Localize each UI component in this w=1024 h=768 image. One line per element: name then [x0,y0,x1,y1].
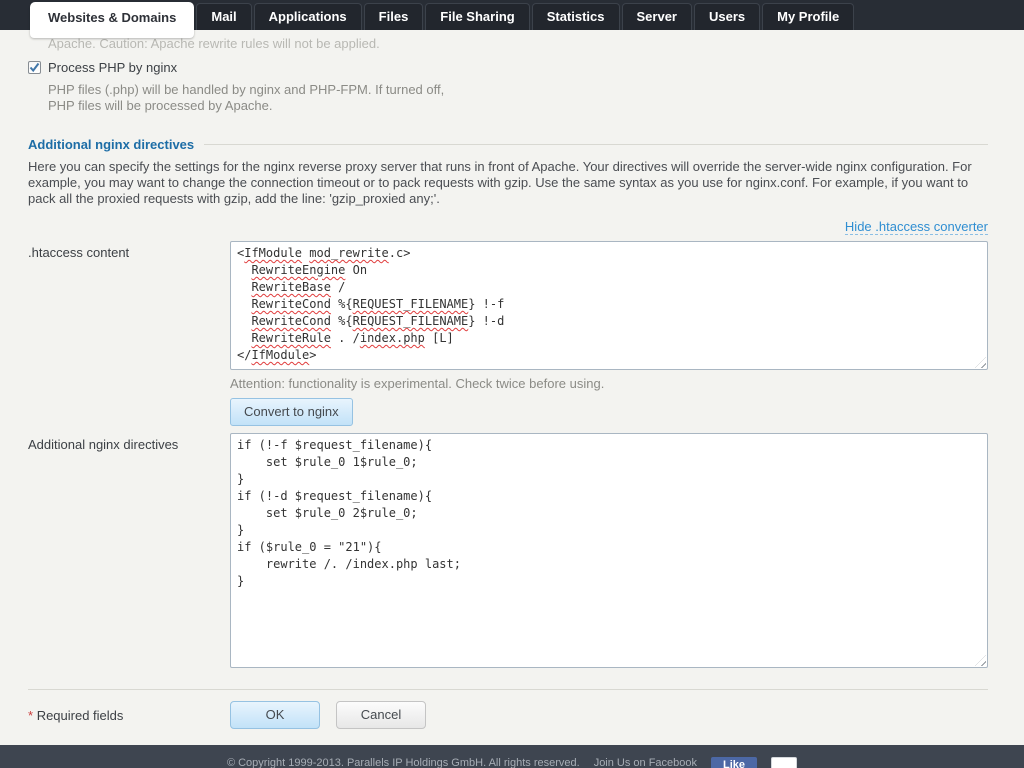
resize-grip-icon[interactable] [975,357,986,368]
tab-mail[interactable]: Mail [196,3,252,30]
ok-button[interactable]: OK [230,701,320,729]
page-footer-bar: © Copyright 1999-2013. Parallels IP Hold… [0,745,1024,768]
tab-files[interactable]: Files [363,3,424,30]
tab-server[interactable]: Server [621,3,692,30]
experimental-attention-note: Attention: functionality is experimental… [230,376,605,391]
section-header: Additional nginx directives [28,137,988,152]
resize-grip-icon[interactable] [975,655,986,666]
facebook-like-button[interactable]: Like [711,757,758,768]
settings-form: Apache. Caution: Apache rewrite rules wi… [0,36,1024,729]
tab-users[interactable]: Users [694,3,761,30]
converter-toggle-row: Hide .htaccess converter [28,219,988,235]
htaccess-content-field: <IfModule mod_rewrite.c> RewriteEngine O… [230,241,988,426]
checkmark-icon [29,62,40,73]
facebook-invite-text: Join Us on Facebook [593,757,698,768]
form-bottom-divider [28,689,988,690]
facebook-like-count-box[interactable] [771,757,798,768]
top-tab-bar: Websites & Domains Mail Applications Fil… [0,0,1024,38]
form-actions-row: * Required fields OK Cancel [28,701,988,729]
cancel-button[interactable]: Cancel [336,701,426,729]
process-php-description: PHP files (.php) will be handled by ngin… [48,82,445,113]
process-php-checkbox[interactable] [28,61,41,74]
process-php-label[interactable]: Process PHP by nginx [48,60,177,75]
nginx-directives-label: Additional nginx directives [28,437,179,452]
required-fields-note: * Required fields [28,708,230,723]
section-title: Additional nginx directives [28,137,195,152]
required-asterisk: * [28,707,34,723]
tab-my-profile[interactable]: My Profile [762,3,855,30]
nginx-directives-row: Additional nginx directives if (!-f $req… [28,433,988,668]
footer-content: © Copyright 1999-2013. Parallels IP Hold… [0,757,1024,768]
process-php-row: Process PHP by nginx [28,60,988,75]
nginx-directives-field: if (!-f $request_filename){ set $rule_0 … [230,433,988,668]
nginx-directives-textarea[interactable]: if (!-f $request_filename){ set $rule_0 … [230,433,988,668]
tab-file-sharing[interactable]: File Sharing [425,3,530,30]
htaccess-content-textarea[interactable]: <IfModule mod_rewrite.c> RewriteEngine O… [230,241,988,370]
section-description: Here you can specify the settings for th… [28,159,972,206]
convert-to-nginx-button[interactable]: Convert to nginx [230,398,353,426]
hide-htaccess-converter-link[interactable]: Hide .htaccess converter [844,219,988,235]
scrolled-partial-text: Apache. Caution: Apache rewrite rules wi… [48,36,380,51]
tab-applications[interactable]: Applications [253,3,362,30]
htaccess-content-row: .htaccess content <IfModule mod_rewrite.… [28,241,988,426]
tab-websites-domains[interactable]: Websites & Domains [30,2,195,38]
tab-statistics[interactable]: Statistics [531,3,620,30]
section-divider-line [204,144,988,145]
copyright-text: © Copyright 1999-2013. Parallels IP Hold… [226,757,580,768]
htaccess-content-label: .htaccess content [28,245,130,260]
required-fields-text: Required fields [36,707,124,723]
